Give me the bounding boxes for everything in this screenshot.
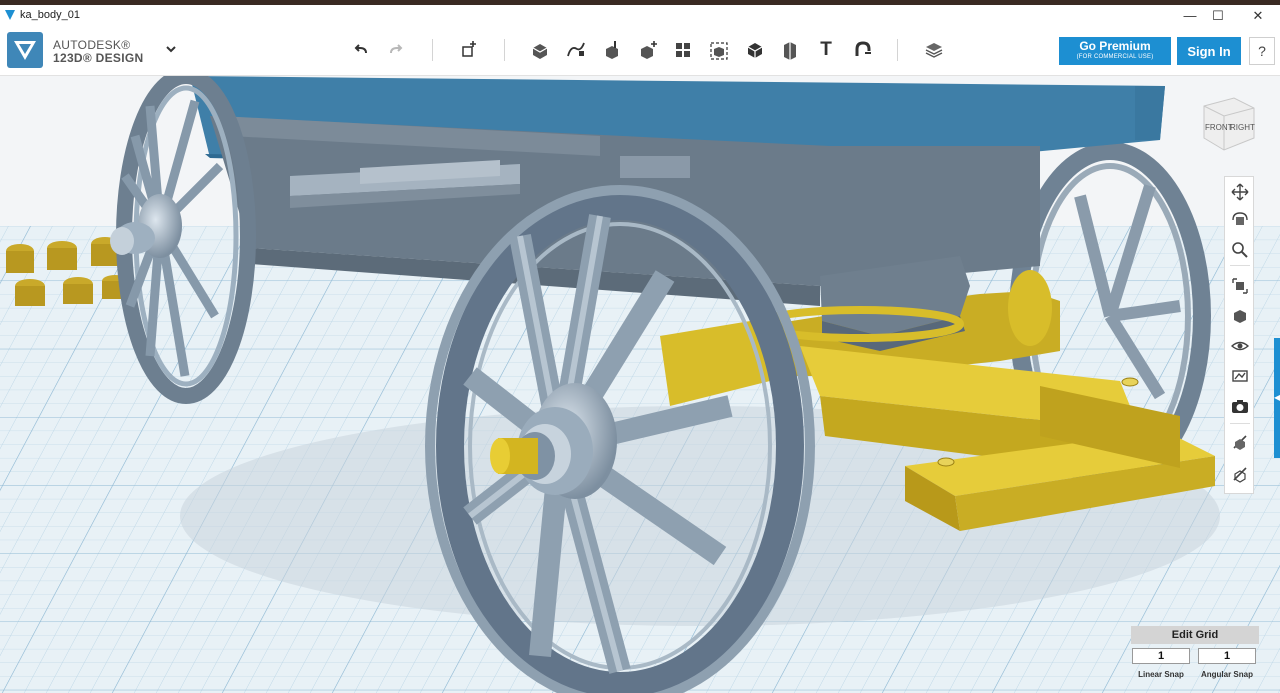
- go-premium-sublabel: (FOR COMMERCIAL USE): [1076, 54, 1154, 60]
- toolbar-divider: [432, 39, 433, 61]
- visibility-icon: [1231, 341, 1249, 351]
- pan-button[interactable]: [1229, 181, 1251, 203]
- orbit-button[interactable]: [1229, 209, 1251, 231]
- show-icon: [1233, 467, 1247, 483]
- grouping-icon: [710, 42, 728, 60]
- window-title: ka_body_01: [20, 9, 80, 21]
- pattern-button[interactable]: [669, 36, 697, 64]
- linear-snap-label: Linear Snap: [1138, 670, 1184, 679]
- material-button[interactable]: [920, 36, 948, 64]
- visibility-button[interactable]: [1229, 335, 1251, 357]
- main-toolbar: AUTODESK® 123D® DESIGN T Go Premium (FOR…: [0, 26, 1280, 76]
- chevron-down-icon[interactable]: [164, 42, 178, 56]
- close-button[interactable]: ✕: [1240, 5, 1276, 26]
- snap-icon: [855, 41, 871, 56]
- screenshot-icon: [1232, 400, 1248, 413]
- viewcube-front-label: FRONT: [1205, 123, 1233, 132]
- navbar-divider: [1230, 265, 1250, 266]
- undo-button[interactable]: [347, 36, 375, 64]
- show-button[interactable]: [1229, 463, 1251, 485]
- snap-button[interactable]: [848, 36, 876, 64]
- zoom-icon: [1232, 242, 1248, 258]
- sketch-button[interactable]: [562, 36, 590, 64]
- undo-icon: [354, 44, 367, 54]
- fit-button[interactable]: [1229, 275, 1251, 297]
- redo-icon: [390, 44, 403, 54]
- modify-button[interactable]: [634, 36, 662, 64]
- window-titlebar: ka_body_01 — ☐ ✕: [0, 5, 1280, 26]
- measure-button[interactable]: [776, 36, 804, 64]
- construct-button[interactable]: [598, 36, 626, 64]
- hide-button[interactable]: [1229, 431, 1251, 453]
- minimize-icon: —: [1183, 8, 1197, 23]
- angular-snap-label: Angular Snap: [1200, 670, 1253, 679]
- maximize-icon: ☐: [1212, 7, 1224, 23]
- text-icon: T: [820, 39, 832, 60]
- material-icon: [925, 43, 943, 58]
- construct-icon: [606, 41, 618, 59]
- fit-icon: [1232, 278, 1248, 294]
- view-icon: [1234, 310, 1246, 323]
- toolbar-divider: [897, 39, 898, 61]
- primitives-icon: [532, 44, 548, 59]
- view-button[interactable]: [1229, 305, 1251, 327]
- close-icon: ✕: [1252, 7, 1264, 23]
- navbar-divider: [1230, 423, 1250, 424]
- orbit-icon: [1232, 212, 1248, 225]
- edit-grid-button[interactable]: Edit Grid: [1131, 626, 1259, 644]
- linear-snap-input[interactable]: 1: [1132, 648, 1190, 664]
- hide-icon: [1233, 435, 1247, 450]
- zoom-button[interactable]: [1229, 239, 1251, 261]
- 3d-viewport[interactable]: FRONT RIGHT: [0, 76, 1280, 693]
- chevron-left-icon: ◀: [1274, 393, 1280, 402]
- go-premium-label: Go Premium: [1079, 39, 1151, 53]
- app-logo: [7, 32, 43, 68]
- material-view-button[interactable]: [1229, 365, 1251, 387]
- screenshot-button[interactable]: [1229, 395, 1251, 417]
- go-premium-button[interactable]: Go Premium (FOR COMMERCIAL USE): [1059, 37, 1171, 65]
- combine-icon: [747, 43, 763, 58]
- sketch-icon: [567, 42, 585, 57]
- maximize-button[interactable]: ☐: [1200, 5, 1236, 26]
- primitives-button[interactable]: [526, 36, 554, 64]
- pattern-icon: [676, 43, 690, 57]
- material-view-icon: [1232, 370, 1248, 382]
- text-button[interactable]: T: [812, 36, 840, 64]
- transform-icon: [462, 41, 476, 57]
- help-button[interactable]: ?: [1249, 37, 1275, 65]
- pan-icon: [1231, 183, 1249, 201]
- measure-icon: [784, 42, 796, 60]
- toolbar-divider: [504, 39, 505, 61]
- scene-canvas: [0, 76, 1280, 693]
- app-mark-icon: [5, 10, 15, 20]
- redo-button[interactable]: [382, 36, 410, 64]
- brand-123d-design: 123D® DESIGN: [53, 51, 144, 65]
- sign-in-button[interactable]: Sign In: [1177, 37, 1241, 65]
- autodesk-123d-logo-icon: [14, 41, 36, 60]
- transform-button[interactable]: [454, 36, 482, 64]
- viewcube[interactable]: FRONT RIGHT: [1196, 94, 1258, 154]
- grouping-button[interactable]: [705, 36, 733, 64]
- navigation-bar: [1224, 176, 1254, 494]
- combine-button[interactable]: [741, 36, 769, 64]
- modify-icon: [641, 41, 657, 59]
- angular-snap-input[interactable]: 1: [1198, 648, 1256, 664]
- viewcube-right-label: RIGHT: [1230, 123, 1255, 132]
- brand-autodesk: AUTODESK®: [53, 38, 131, 52]
